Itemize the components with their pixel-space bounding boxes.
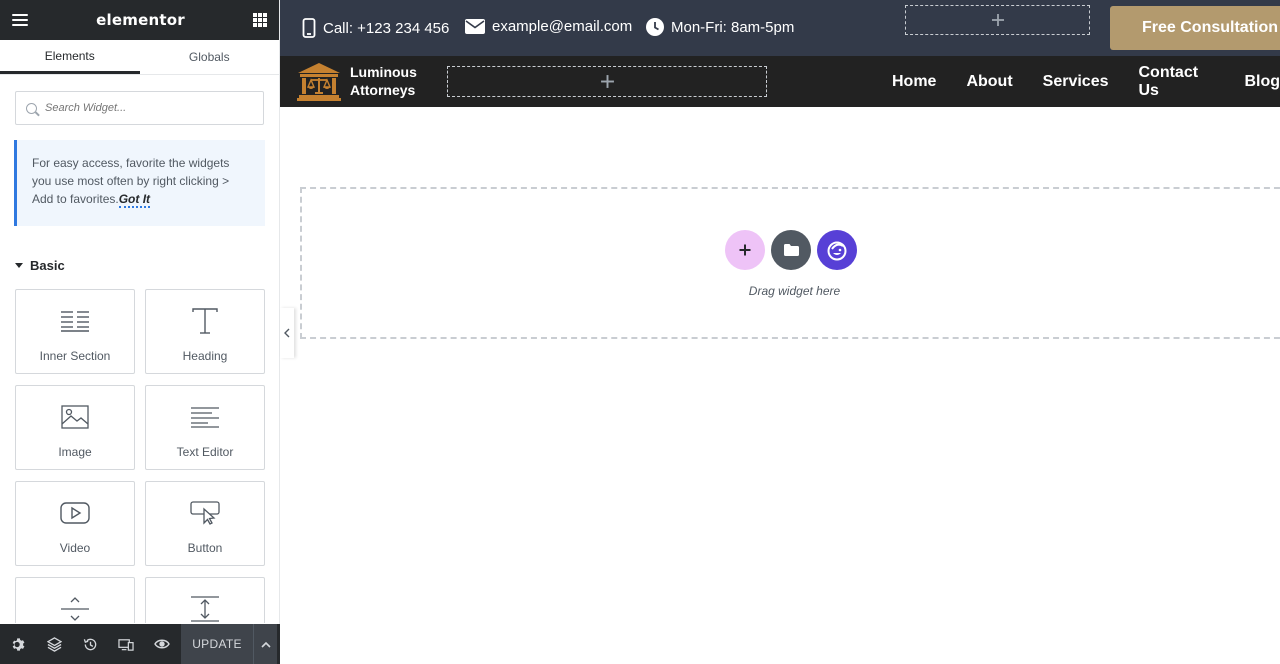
navigator-button[interactable]: [36, 624, 72, 664]
ai-smiley-icon: [827, 241, 847, 261]
dropzone-actions: [725, 230, 857, 270]
hours-info: Mon-Fri: 8am-5pm: [646, 18, 794, 36]
widget-search: [15, 91, 264, 125]
update-options-button[interactable]: [253, 624, 277, 664]
phone-contact[interactable]: Call: +123 234 456: [302, 18, 449, 38]
menu-item-about[interactable]: About: [966, 73, 1012, 91]
widget-spacer[interactable]: [145, 577, 265, 623]
main-menu: Home About Services Contact Us Blog: [892, 56, 1280, 107]
widget-text-editor[interactable]: Text Editor: [145, 385, 265, 470]
courthouse-scales-icon: [297, 63, 341, 101]
hours-text: Mon-Fri: 8am-5pm: [671, 18, 795, 36]
brand-logo: elementor: [96, 11, 185, 29]
widget-label: Button: [187, 541, 223, 555]
plus-icon: [739, 244, 751, 256]
favorites-notice: For easy access, favorite the widgets yo…: [14, 140, 265, 226]
got-it-link[interactable]: Got It: [118, 192, 151, 208]
divider-icon: [60, 594, 90, 623]
search-icon: [26, 102, 37, 114]
logo-line-1: Luminous: [350, 64, 417, 80]
settings-button[interactable]: [0, 624, 36, 664]
widget-image[interactable]: Image: [15, 385, 135, 470]
widget-heading[interactable]: Heading: [145, 289, 265, 374]
menu-item-home[interactable]: Home: [892, 73, 936, 91]
devices-icon: [118, 638, 134, 651]
add-section-button[interactable]: [725, 230, 765, 270]
eye-icon: [154, 639, 170, 649]
logo-line-2: Attorneys: [350, 82, 416, 98]
envelope-icon: [465, 19, 485, 34]
apps-grid-icon[interactable]: [253, 13, 267, 27]
panel-tabs: Elements Globals: [0, 40, 279, 75]
phone-text: Call: +123 234 456: [323, 19, 450, 37]
site-navbar: Luminous Attorneys Home About Services C…: [280, 56, 1280, 107]
panel-footer: UPDATE: [0, 624, 280, 664]
search-input[interactable]: [45, 102, 245, 114]
elementor-panel: elementor Elements Globals For easy acce…: [0, 0, 280, 664]
widget-label: Image: [58, 445, 92, 459]
tab-globals[interactable]: Globals: [140, 40, 280, 74]
navbar-add-widget-area[interactable]: [447, 66, 767, 97]
email-contact[interactable]: example@email.com: [465, 18, 632, 35]
free-consultation-button[interactable]: Free Consultation: [1110, 6, 1280, 50]
text-editor-icon: [190, 402, 220, 432]
editor-app: elementor Elements Globals For easy acce…: [0, 0, 1280, 664]
history-icon: [83, 638, 96, 650]
email-text: example@email.com: [492, 18, 633, 35]
tab-elements[interactable]: Elements: [0, 40, 140, 74]
button-icon: [190, 498, 220, 528]
widget-label: Heading: [182, 349, 228, 363]
widget-video[interactable]: Video: [15, 481, 135, 566]
gear-icon: [12, 637, 24, 651]
ai-assistant-button[interactable]: [817, 230, 857, 270]
widget-inner-section[interactable]: Inner Section: [15, 289, 135, 374]
layers-icon: [46, 636, 62, 652]
site-logo[interactable]: Luminous Attorneys: [296, 61, 417, 101]
widget-button[interactable]: Button: [145, 481, 265, 566]
logo-text: Luminous Attorneys: [350, 63, 417, 99]
widget-grid: Inner Section Heading Image Text Editor …: [15, 289, 265, 623]
plus-icon: [991, 14, 1004, 26]
category-basic[interactable]: Basic: [15, 258, 264, 273]
menu-item-blog[interactable]: Blog: [1244, 73, 1280, 91]
menu-item-contact-us[interactable]: Contact Us: [1139, 64, 1215, 100]
site-topbar: Call: +123 234 456 example@email.com Mon…: [280, 0, 1280, 56]
preview-button[interactable]: [144, 624, 180, 664]
category-title: Basic: [30, 258, 65, 273]
video-icon: [60, 498, 90, 528]
image-icon: [61, 402, 89, 432]
panel-header: elementor: [0, 0, 279, 40]
empty-section-dropzone[interactable]: Drag widget here: [300, 187, 1280, 339]
caret-down-icon: [15, 263, 23, 268]
widget-label: Video: [59, 541, 91, 555]
menu-icon[interactable]: [12, 14, 28, 26]
spacer-icon: [190, 594, 220, 623]
chevron-left-icon: [284, 328, 290, 338]
panel-collapse-toggle[interactable]: [280, 308, 294, 358]
update-button[interactable]: UPDATE: [181, 624, 253, 664]
folder-icon: [783, 244, 799, 256]
widget-label: Text Editor: [176, 445, 234, 459]
responsive-button[interactable]: [108, 624, 144, 664]
widget-divider[interactable]: [15, 577, 135, 623]
phone-icon: [302, 18, 316, 38]
menu-item-services[interactable]: Services: [1043, 73, 1109, 91]
plus-icon: [600, 75, 614, 88]
widget-label: Inner Section: [39, 349, 111, 363]
add-template-button[interactable]: [771, 230, 811, 270]
history-button[interactable]: [72, 624, 108, 664]
topbar-add-widget-area[interactable]: [905, 5, 1090, 35]
chevron-up-icon: [260, 641, 271, 648]
dropzone-hint: Drag widget here: [748, 284, 841, 298]
heading-icon: [191, 306, 219, 336]
clock-icon: [646, 18, 664, 36]
inner-section-icon: [60, 306, 90, 336]
